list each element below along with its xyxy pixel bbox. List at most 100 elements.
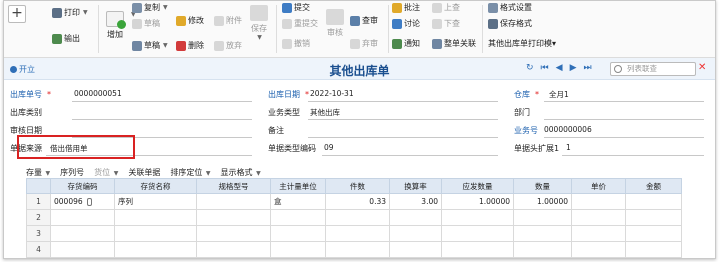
link-doc-button[interactable]: 关联单据: [128, 167, 160, 178]
print-button[interactable]: 打印 ▼: [52, 7, 88, 18]
format-icon: [488, 2, 498, 13]
notify-button[interactable]: 通知: [392, 38, 420, 49]
spec-cell[interactable]: [196, 193, 271, 210]
location-button[interactable]: 货位 ▼: [94, 167, 118, 178]
amount-cell[interactable]: [625, 193, 682, 210]
table-row[interactable]: 3: [26, 225, 682, 242]
column-header[interactable]: 件数: [325, 178, 390, 194]
item-name-cell[interactable]: 序列: [114, 193, 197, 210]
submit-button[interactable]: 提交: [282, 2, 310, 13]
delete-button[interactable]: 删除: [176, 40, 204, 51]
item-code-cell[interactable]: 000096: [50, 193, 115, 210]
save-format-button[interactable]: 保存格式: [488, 18, 532, 29]
next-record-icon[interactable]: ▶: [570, 63, 577, 73]
column-header[interactable]: 单价: [571, 178, 626, 194]
add-label: 增加: [107, 30, 123, 39]
due-qty-cell[interactable]: 1.00000: [441, 193, 514, 210]
modify-button[interactable]: 修改: [176, 15, 204, 26]
field-underline: [308, 101, 498, 102]
divider: [98, 5, 99, 53]
up-query-icon: [432, 2, 442, 13]
print-template-select[interactable]: 其他出库单打印模▾: [488, 38, 556, 49]
discard-button[interactable]: 放弃: [214, 40, 242, 51]
format-set-label: 格式设置: [500, 3, 532, 12]
add-button[interactable]: 增加: [106, 11, 126, 40]
out-date-field[interactable]: 2022-10-31: [310, 89, 354, 98]
column-header[interactable]: 主计量单位: [270, 178, 326, 194]
paperclip-icon[interactable]: [86, 198, 92, 206]
prev-query-label: 上查: [444, 3, 460, 12]
table-row[interactable]: 4: [26, 241, 682, 258]
table-row[interactable]: 2: [26, 209, 682, 226]
qty-cell[interactable]: 1.00000: [513, 193, 572, 210]
audit-button[interactable]: 审核: [326, 9, 344, 38]
table-header-row: 存货编码 存货名称 规格型号 主计量单位 件数 换算率 应发数量 数量 单价 金…: [26, 178, 682, 194]
abandon-icon: [350, 38, 360, 49]
next-query-label: 下查: [444, 19, 460, 28]
resubmit-label: 重提交: [294, 19, 318, 28]
new-tab-button[interactable]: +: [8, 5, 26, 23]
draft-icon: [132, 40, 142, 51]
last-record-icon[interactable]: ⏭: [584, 63, 592, 73]
pieces-cell[interactable]: 0.33: [325, 193, 390, 210]
serial-button[interactable]: 序列号: [60, 167, 84, 178]
next-query-button[interactable]: 下查: [432, 18, 460, 29]
chevron-down-icon: ▼: [163, 4, 168, 11]
rate-cell[interactable]: 3.00: [389, 193, 442, 210]
save-button[interactable]: 保存 ▼: [250, 5, 268, 41]
out-no-label: 出库单号 *: [10, 90, 51, 99]
revoke-button[interactable]: 撤销: [282, 38, 310, 49]
pencil-icon: [176, 15, 186, 26]
abandon-button[interactable]: 弃审: [350, 38, 378, 49]
sort-button[interactable]: 排序定位 ▼: [170, 167, 210, 178]
biz-no-field[interactable]: 0000000006: [544, 125, 592, 134]
toolbar: + 打印 ▼ 输出 增加 ▼ 复制 ▼ 草稿 草稿 ▼ 修改 删除 附件 放弃 …: [4, 1, 715, 58]
prev-query-button[interactable]: 上查: [432, 2, 460, 13]
resubmit-button[interactable]: 重提交: [282, 18, 318, 29]
column-header[interactable]: 存货名称: [114, 178, 197, 194]
paperclip-icon: [214, 15, 224, 26]
first-record-icon[interactable]: ⏮: [541, 63, 549, 73]
format-set-button[interactable]: 格式设置: [488, 2, 532, 13]
revoke-icon: [282, 38, 292, 49]
copy-label: 复制: [144, 3, 160, 12]
approve-button[interactable]: 批注: [392, 2, 420, 13]
out-type-label: 出库类别: [10, 108, 42, 117]
copy-button[interactable]: 复制 ▼: [132, 2, 168, 13]
print-label: 打印: [64, 8, 80, 17]
unit-cell[interactable]: 盒: [270, 193, 326, 210]
draft-top-button[interactable]: 草稿: [132, 18, 160, 29]
ext-field[interactable]: 1: [566, 143, 571, 152]
column-header[interactable]: 数量: [513, 178, 572, 194]
out-no-field[interactable]: 0000000051: [74, 89, 122, 98]
column-header[interactable]: 存货编码: [50, 178, 115, 194]
discuss-button[interactable]: 讨论: [392, 18, 420, 29]
row-number: 4: [26, 241, 51, 258]
export-button[interactable]: 输出: [52, 33, 80, 44]
draft-button[interactable]: 草稿 ▼: [132, 40, 168, 51]
column-header[interactable]: 金额: [625, 178, 682, 194]
close-icon[interactable]: ✕: [698, 62, 706, 73]
list-search-input[interactable]: 列表联查: [610, 62, 696, 76]
prev-record-icon[interactable]: ◀: [556, 63, 563, 73]
relate-icon: [432, 38, 442, 49]
column-header[interactable]: 规格型号: [196, 178, 271, 194]
relate-button[interactable]: 整单关联: [432, 38, 476, 49]
table-row[interactable]: 1 000096 序列 盒 0.33 3.00 1.00000 1.00000: [26, 193, 682, 210]
copy-icon: [132, 2, 142, 13]
biz-type-field[interactable]: 其他出库: [310, 107, 340, 118]
type-code-field[interactable]: 09: [324, 143, 334, 152]
price-cell[interactable]: [571, 193, 626, 210]
approve-label: 批注: [404, 3, 420, 12]
column-header[interactable]: 换算率: [389, 178, 442, 194]
print-template-value: 其他出库单打印模▾: [488, 39, 557, 48]
stock-button[interactable]: 存量 ▼: [26, 167, 50, 178]
display-format-button[interactable]: 显示格式 ▼: [221, 167, 261, 178]
audit-query-button[interactable]: 查审: [350, 15, 378, 26]
warehouse-field[interactable]: 全月1: [549, 89, 569, 100]
draft-icon: [132, 18, 142, 29]
attachment-button[interactable]: 附件: [214, 15, 242, 26]
column-header[interactable]: 应发数量: [441, 178, 514, 194]
refresh-icon[interactable]: ↻: [526, 63, 534, 73]
remark-label: 备注: [268, 126, 284, 135]
